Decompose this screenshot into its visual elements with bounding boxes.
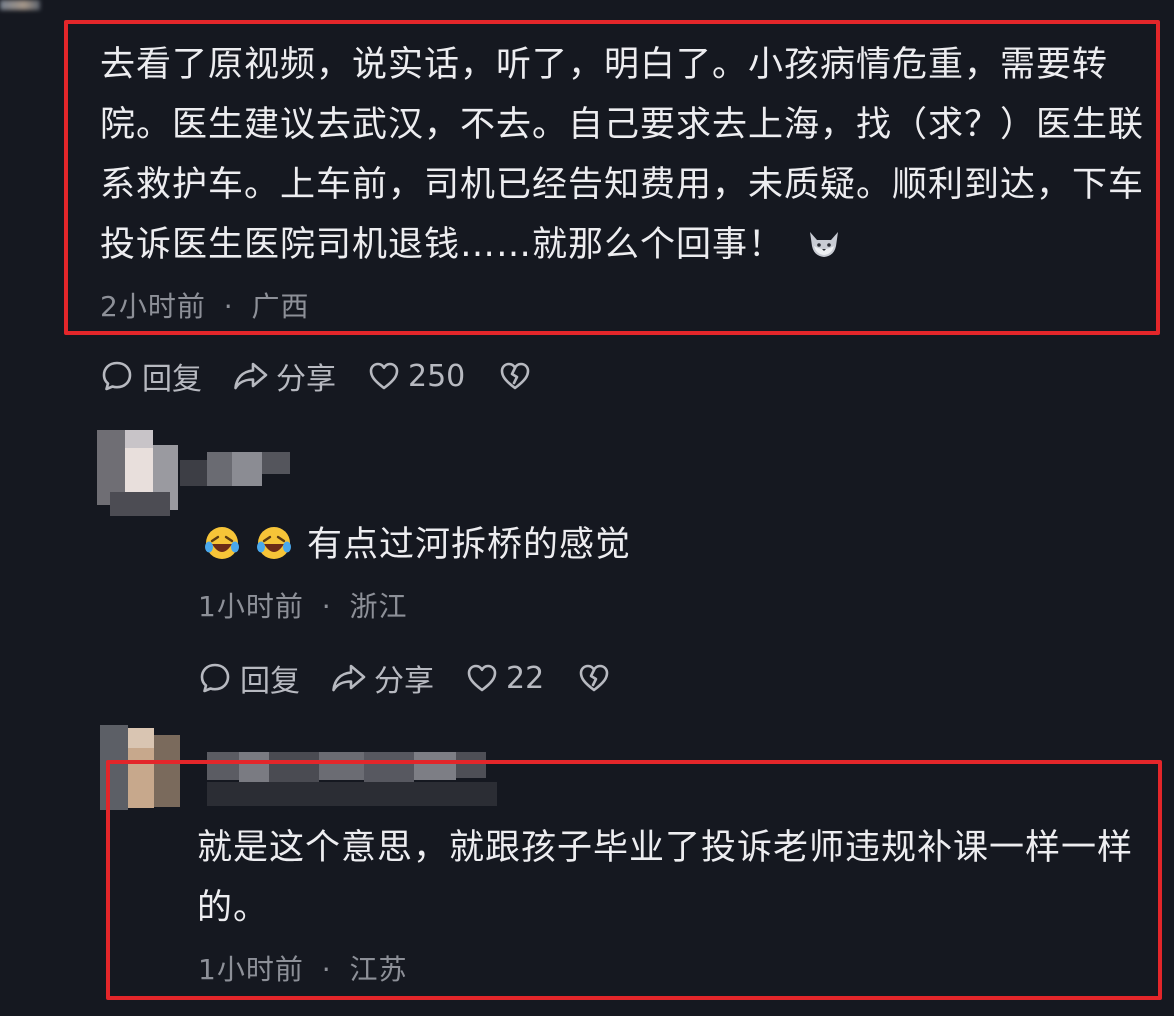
comment-1-time: 2小时前 [100, 290, 206, 323]
reply-icon [200, 663, 230, 693]
meta-separator: · [321, 590, 332, 623]
share-label: 分享 [276, 362, 336, 397]
meta-separator: · [223, 290, 234, 323]
comment-3-meta: 1小时前 · 江苏 [198, 948, 408, 988]
dislike-button[interactable] [499, 361, 531, 391]
heart-icon [369, 362, 399, 390]
comment-1-text-block: 去看了原视频，说实话，听了，明白了。小孩病情危重，需要转院。医生建议去武汉，不去… [100, 35, 1150, 275]
like-button[interactable]: 250 [368, 359, 465, 394]
reply-button[interactable]: 回复 [198, 656, 300, 700]
comment-1-actions: 回复 分享 250 [100, 354, 531, 398]
comment-1-meta: 2小时前 · 广西 [100, 285, 310, 325]
share-icon [234, 362, 268, 390]
like-count: 250 [408, 358, 466, 394]
share-button[interactable]: 分享 [330, 656, 434, 700]
comment-2-text: 有点过河拆桥的感觉 [307, 525, 632, 565]
wolf-emoji-icon [806, 219, 842, 257]
reply-label: 回复 [142, 362, 202, 397]
broken-heart-icon [579, 664, 609, 692]
dislike-button[interactable] [578, 663, 610, 693]
comment-3-location: 江苏 [349, 953, 408, 986]
comment-2-time: 1小时前 [198, 590, 304, 623]
like-count: 22 [506, 660, 545, 696]
comment-3-text: 就是这个意思，就跟孩子毕业了投诉老师违规补课一样一样的。 [197, 828, 1134, 928]
share-icon [332, 664, 366, 692]
meta-separator: · [321, 953, 332, 986]
avatar-partial[interactable] [0, 0, 40, 10]
reply-button[interactable]: 回复 [100, 354, 202, 398]
comment-2-location: 浙江 [349, 590, 408, 623]
comment-1-location: 广西 [251, 290, 310, 323]
comment-2-text-block: 有点过河拆桥的感觉 [203, 515, 1103, 575]
share-button[interactable]: 分享 [232, 354, 336, 398]
share-label: 分享 [374, 664, 434, 699]
reply-icon [102, 361, 132, 391]
comment-3-time: 1小时前 [198, 953, 304, 986]
reply-label: 回复 [240, 664, 300, 699]
laughing-tears-emoji-icon [255, 521, 293, 559]
broken-heart-icon [500, 362, 530, 390]
comment-2-actions: 回复 分享 22 [198, 656, 610, 700]
comment-3-text-block: 就是这个意思，就跟孩子毕业了投诉老师违规补课一样一样的。 [197, 818, 1167, 938]
comment-1-text: 去看了原视频，说实话，听了，明白了。小孩病情危重，需要转院。医生建议去武汉，不去… [100, 45, 1145, 265]
like-button[interactable]: 22 [466, 661, 544, 696]
laughing-tears-emoji-icon [203, 521, 241, 559]
comment-2-meta: 1小时前 · 浙江 [198, 585, 408, 625]
heart-icon [467, 664, 497, 692]
